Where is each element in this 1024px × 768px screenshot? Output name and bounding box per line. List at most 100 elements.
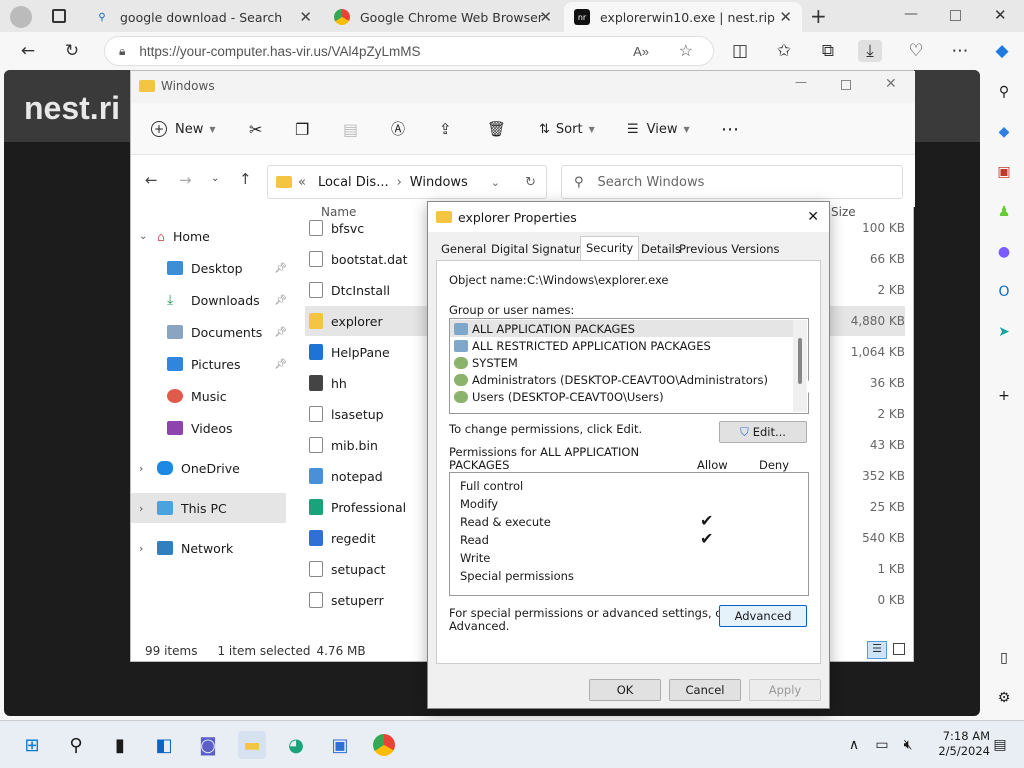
advanced-button[interactable]: Advanced <box>719 605 807 627</box>
close-icon[interactable]: ✕ <box>807 209 819 225</box>
start-icon[interactable]: ⊞ <box>18 731 46 759</box>
close-icon[interactable]: ✕ <box>539 8 552 26</box>
delete-icon[interactable]: 🗑︎ <box>487 117 506 141</box>
nav-network[interactable]: › Network <box>131 533 291 563</box>
tab-google-download-search[interactable]: ⚲ google download - Search ✕ <box>84 2 322 32</box>
favorites-icon[interactable]: ✩ <box>772 40 796 62</box>
shopping-icon[interactable]: ◆ <box>994 122 1014 142</box>
network-icon[interactable]: ▭ <box>868 731 896 759</box>
file-row[interactable]: mib.bin <box>305 430 435 460</box>
chevron-right-icon[interactable]: › <box>139 502 157 515</box>
more-options-icon[interactable]: ⋯ <box>721 117 739 141</box>
search-icon[interactable]: ⚲ <box>994 82 1014 102</box>
close-button[interactable]: ✕ <box>885 76 897 92</box>
more-menu-icon[interactable]: ⋯ <box>948 40 972 62</box>
clock[interactable]: 7:18 AM 2/5/2024 <box>920 729 990 759</box>
group-list[interactable]: ALL APPLICATION PACKAGES ALL RESTRICTED … <box>449 318 809 414</box>
search-box[interactable]: ⚲ Search Windows <box>561 165 903 199</box>
file-row[interactable]: setuperr <box>305 585 435 615</box>
sort-button[interactable]: ⇅ Sort ▼ <box>539 117 595 141</box>
outlook-icon[interactable]: O <box>994 282 1014 302</box>
new-tab-button[interactable]: + <box>810 4 827 28</box>
widgets-icon[interactable]: ◧ <box>150 731 178 759</box>
rename-icon[interactable]: Ⓐ <box>391 117 405 141</box>
share-icon[interactable]: ⇪ <box>439 117 452 141</box>
address-bar[interactable]: 🔒︎ https://your-computer.has-vir.us/VAl4… <box>104 36 714 66</box>
download-icon[interactable]: ⤓ <box>858 40 882 62</box>
path-segment-windows[interactable]: Windows <box>410 175 468 190</box>
file-row[interactable]: Professional <box>305 492 435 522</box>
sidebar-toggle-icon[interactable]: ▯ <box>994 648 1014 668</box>
refresh-icon[interactable]: ↻ <box>525 175 536 190</box>
notification-icon[interactable]: ▤ <box>986 731 1014 759</box>
file-row[interactable]: HelpPane <box>305 337 435 367</box>
add-icon[interactable]: + <box>994 386 1014 406</box>
group-item[interactable]: Administrators (DESKTOP-CEAVT0O\Administ… <box>454 371 768 388</box>
teams-chat-icon[interactable]: ◙ <box>194 731 222 759</box>
profile-avatar[interactable] <box>10 6 32 28</box>
file-row[interactable]: DtcInstall <box>305 275 435 305</box>
apply-button[interactable]: Apply <box>749 679 821 701</box>
nav-home[interactable]: ⌄ ⌂ Home <box>131 221 291 251</box>
file-row[interactable]: setupact <box>305 554 435 584</box>
send-icon[interactable]: ➤ <box>994 322 1014 342</box>
microsoft365-icon[interactable]: ● <box>994 242 1014 262</box>
maximize-button[interactable] <box>841 80 851 90</box>
nav-music[interactable]: Music <box>131 381 291 411</box>
group-item[interactable]: SYSTEM <box>454 354 518 371</box>
chevron-down-icon[interactable]: ⌄ <box>139 231 157 242</box>
task-view-icon[interactable]: ▮ <box>106 731 134 759</box>
nav-videos[interactable]: Videos <box>131 413 291 443</box>
file-row[interactable]: regedit <box>305 523 435 553</box>
tab-actions-icon[interactable] <box>52 9 66 23</box>
file-row[interactable]: hh <box>305 368 435 398</box>
tab-general[interactable]: General <box>436 238 491 260</box>
up-icon[interactable]: ↑ <box>239 170 252 188</box>
read-aloud-icon[interactable]: A» <box>633 44 649 59</box>
file-row[interactable]: notepad <box>305 461 435 491</box>
recent-chevron-icon[interactable]: ⌄ <box>211 173 219 184</box>
settings-gear-icon[interactable]: ⚙ <box>994 688 1014 708</box>
nav-pictures[interactable]: Pictures 📌︎ <box>131 349 291 379</box>
restore-button[interactable] <box>950 10 961 21</box>
close-window-button[interactable]: ✕ <box>994 6 1007 24</box>
file-row[interactable]: explorer <box>305 306 429 336</box>
chevron-right-icon[interactable]: › <box>139 462 157 475</box>
split-screen-icon[interactable]: ◫ <box>728 40 752 62</box>
back-icon[interactable]: ← <box>145 171 158 189</box>
chevron-up-icon[interactable]: ∧ <box>840 731 868 759</box>
group-list-scrollbar[interactable] <box>793 320 807 412</box>
scrollbar-thumb[interactable] <box>798 338 802 384</box>
path-dropdown-icon[interactable]: ⌄ <box>491 176 500 189</box>
nav-documents[interactable]: Documents 📌︎ <box>131 317 291 347</box>
edit-button[interactable]: ⛉ Edit... <box>719 421 807 443</box>
refresh-icon[interactable]: ↻ <box>60 40 84 62</box>
address-path[interactable]: « Local Dis... › Windows ⌄ ↻ <box>267 165 547 199</box>
copilot-icon[interactable]: ◆ <box>990 40 1014 62</box>
ok-button[interactable]: OK <box>589 679 661 701</box>
games-icon[interactable]: ♟ <box>994 202 1014 222</box>
forward-icon[interactable]: → <box>179 171 192 189</box>
volume-muted-icon[interactable]: 🔇︎ <box>894 731 922 759</box>
new-button[interactable]: + New ▼ <box>151 117 216 141</box>
collections-icon[interactable]: ⧉ <box>816 40 840 62</box>
group-item[interactable]: ALL APPLICATION PACKAGES <box>450 320 794 337</box>
nav-desktop[interactable]: Desktop 📌︎ <box>131 253 291 283</box>
file-row[interactable]: bootstat.dat <box>305 244 435 274</box>
tools-icon[interactable]: ▣ <box>994 162 1014 182</box>
chevron-right-icon[interactable]: › <box>139 542 157 555</box>
minimize-button[interactable]: — <box>795 75 807 89</box>
favorite-star-icon[interactable]: ☆ <box>679 41 693 61</box>
file-explorer-icon[interactable]: ▬ <box>238 731 266 759</box>
path-segment-local-disk[interactable]: Local Dis... <box>318 175 389 190</box>
tab-nest-rip[interactable]: nr explorerwin10.exe | nest.rip ✕ <box>564 2 802 32</box>
performance-icon[interactable]: ♡ <box>904 40 928 62</box>
nav-onedrive[interactable]: › OneDrive <box>131 453 291 483</box>
group-item[interactable]: Users (DESKTOP-CEAVT0O\Users) <box>454 388 664 405</box>
view-button[interactable]: ☰ View ▼ <box>627 117 690 141</box>
cut-icon[interactable]: ✂ <box>249 117 262 141</box>
tab-previous-versions[interactable]: Previous Versions <box>674 238 785 260</box>
details-view-icon[interactable]: ☰ <box>867 641 887 659</box>
back-icon[interactable]: ← <box>16 40 40 62</box>
tab-security[interactable]: Security <box>580 236 640 261</box>
